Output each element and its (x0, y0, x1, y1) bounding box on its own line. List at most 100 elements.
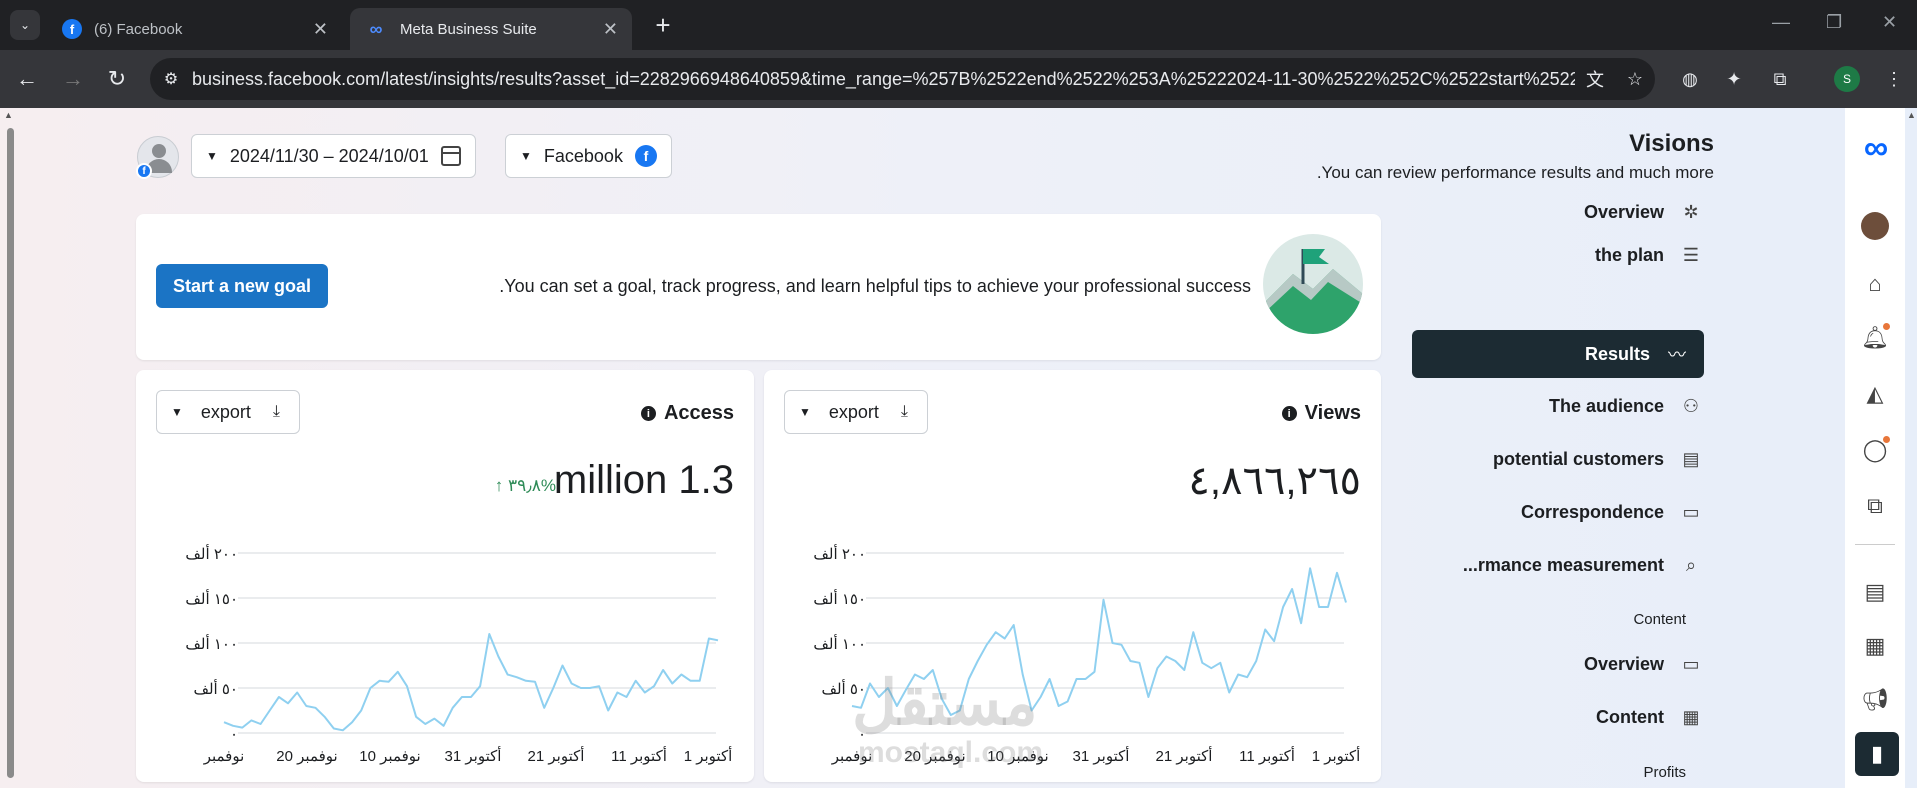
x-tick-label: 21 أكتوبر (528, 746, 585, 765)
info-icon[interactable]: i (1281, 406, 1297, 421)
page-title: Visions (1629, 130, 1714, 157)
pages-icon[interactable]: ⧉ (1859, 490, 1891, 522)
series-line[interactable] (223, 633, 719, 732)
scrollbar[interactable]: ▲ (2, 108, 14, 788)
export-label: export (200, 401, 251, 422)
nav-item-correspondence[interactable]: Correspondence ▭ (1521, 497, 1704, 527)
page-avatar[interactable]: f (136, 136, 179, 179)
megaphone-icon[interactable]: 📢︎ (1859, 684, 1891, 716)
translate-icon[interactable]: 文 (1575, 66, 1615, 92)
nav-item-content-overview[interactable]: Overview ▭ (1584, 649, 1704, 679)
nav-item-performance-measurement[interactable]: ...rmance measurement ⌕ (1463, 550, 1704, 580)
views-line-chart: ٠٥٠ ألف١٠٠ ألف١٥٠ ألف٢٠٠ ألف1 أكتوبر11 أ… (813, 544, 1361, 765)
restore-icon[interactable]: ❐ (1826, 12, 1842, 33)
network-icon: ✲ (1683, 201, 1699, 222)
new-tab-button[interactable]: + (648, 10, 678, 40)
date-range-selector[interactable]: ▼ 2024/11/30 – 2024/10/01 (191, 134, 476, 178)
tab-meta-business-suite[interactable]: ∞ Meta Business Suite ✕ (350, 8, 632, 50)
nav-item-label: potential customers (1492, 448, 1664, 469)
tab-facebook[interactable]: f (6) Facebook ✕ (48, 8, 342, 50)
page-content: ▲ f ▼ 2024/11/30 – 2024/10/01 ▼ Facebook… (0, 108, 1917, 788)
scroll-up-icon[interactable]: ▲ (1907, 110, 1916, 120)
nav-item-audience[interactable]: The audience ⚇ (1549, 391, 1704, 421)
y-tick-label: ٢٠٠ ألف (813, 544, 866, 563)
nav-item-plan[interactable]: the plan ☰ (1595, 240, 1704, 270)
x-tick-label: 1 أكتوبر (684, 746, 733, 765)
insights-bar-chart-icon[interactable]: ▮ (1855, 732, 1899, 776)
nav-item-potential-customers[interactable]: potential customers ▤ (1493, 444, 1704, 474)
nav-item-content[interactable]: Content ▦ (1596, 702, 1704, 732)
forward-icon[interactable]: → (58, 64, 88, 94)
url-text[interactable]: business.facebook.com/latest/insights/re… (192, 69, 1575, 90)
minimize-icon[interactable]: — (1772, 12, 1790, 33)
export-button[interactable]: ▼ export ⤓ (784, 390, 928, 434)
date-range-label: 2024/11/30 – 2024/10/01 (229, 145, 429, 166)
meta-logo-icon[interactable]: ∞ (1855, 129, 1897, 167)
nav-item-results[interactable]: Results 〰 (1412, 330, 1704, 378)
nav-item-label: Overview (1583, 201, 1664, 222)
scroll-up-icon[interactable]: ▲ (4, 110, 13, 120)
home-icon[interactable]: ⌂ (1859, 268, 1891, 300)
caret-down-icon: ▼ (520, 149, 532, 163)
right-scrollbar[interactable]: ▲ (1905, 108, 1917, 788)
contact-card-icon[interactable]: ▤ (1859, 576, 1891, 608)
x-tick-label: 1 أكتوبر (1312, 746, 1361, 765)
y-tick-label: ١٥٠ ألف (813, 589, 866, 608)
scrollbar-thumb[interactable] (7, 128, 14, 778)
download-icon: ⤓ (272, 403, 280, 420)
metric-title: i Access (640, 402, 734, 425)
account-avatar[interactable] (1861, 212, 1889, 240)
table-icon[interactable]: ▦ (1859, 630, 1891, 662)
nav-item-label: Overview (1583, 653, 1664, 674)
nav-item-label: Results (1584, 343, 1650, 364)
profile-avatar[interactable]: S (1834, 66, 1860, 92)
y-tick-label: ٢٠٠ ألف (185, 544, 238, 563)
access-line-chart: ٠ ٥٠ ألف ١٠٠ ألف ١٥٠ ألف ٢٠٠ ألف 1 أكتوبر 11 أ… (185, 544, 733, 765)
tab-search-button[interactable]: ⌄ (10, 10, 40, 40)
tab-title: Meta Business Suite (400, 20, 537, 38)
caret-down-icon: ▼ (171, 405, 183, 419)
access-card: ▼ export ⤓ i Access million 1.3 ↑ ٣٩٫٨% … (136, 370, 754, 782)
y-tick-label: ١٥٠ ألف (185, 589, 238, 608)
nav-item-overview[interactable]: Overview ✲ (1584, 197, 1704, 227)
calendar-icon (440, 146, 461, 166)
divider (1855, 544, 1895, 545)
compass-icon[interactable]: ◭ (1859, 378, 1891, 410)
close-icon[interactable]: ✕ (313, 19, 328, 40)
table-icon: ▦ (1682, 706, 1700, 727)
x-tick-label: نوفمبر (203, 748, 245, 765)
x-tick-label: 21 أكتوبر (1156, 746, 1213, 765)
tab-title: (6) Facebook (94, 20, 183, 38)
notification-dot (1883, 436, 1890, 443)
address-bar[interactable]: ⚙ business.facebook.com/latest/insights/… (150, 58, 1655, 100)
globe-extension-icon[interactable]: ◍ (1676, 65, 1704, 93)
y-tick-label: ١٠٠ ألف (185, 634, 238, 653)
x-tick-label: 20 نوفمبر (276, 748, 337, 765)
messages-icon: ▭ (1682, 653, 1700, 674)
contact-card-icon: ▤ (1682, 448, 1700, 469)
y-tick-label: ١٠٠ ألف (813, 634, 866, 653)
nav-item-label: Content (1596, 706, 1664, 727)
platform-selector[interactable]: ▼ Facebook f (505, 134, 672, 178)
arrow-up-icon: ↑ (494, 476, 508, 495)
trend-icon: 〰 (1668, 345, 1686, 365)
start-goal-button[interactable]: Start a new goal (156, 264, 328, 308)
info-icon[interactable]: i (640, 406, 656, 421)
export-label: export (828, 401, 879, 422)
extensions-puzzle-icon[interactable]: ⧉ (1766, 65, 1794, 93)
metric-value: million 1.3 (553, 458, 734, 502)
bookmark-star-icon[interactable]: ☆ (1615, 69, 1655, 90)
metric-title-label: Access (663, 402, 734, 424)
people-icon: ⚇ (1682, 395, 1700, 416)
browser-menu-icon[interactable]: ⋮ (1880, 65, 1908, 93)
window-close-icon[interactable]: ✕ (1882, 12, 1897, 33)
reload-icon[interactable]: ↻ (102, 64, 132, 94)
close-icon[interactable]: ✕ (603, 19, 618, 40)
y-tick-label: ٠ (230, 726, 238, 743)
color-extension-icon[interactable]: ✦ (1720, 65, 1748, 93)
x-tick-label: 10 نوفمبر (359, 748, 420, 765)
back-icon[interactable]: ← (12, 64, 42, 94)
site-info-icon[interactable]: ⚙ (150, 69, 192, 89)
caret-down-icon: ▼ (206, 149, 218, 163)
export-button[interactable]: ▼ export ⤓ (156, 390, 300, 434)
